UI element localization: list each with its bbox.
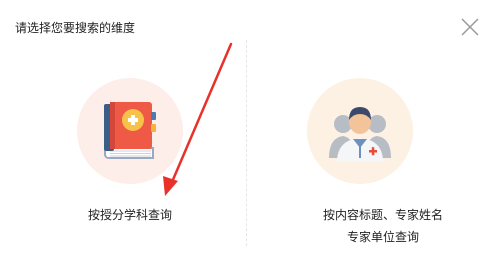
- dialog-title: 请选择您要搜索的维度: [15, 21, 136, 35]
- search-dimension-dialog: 请选择您要搜索的维度 按授分学科查询 按内容标题、专家姓名 专家单位查询: [0, 0, 493, 266]
- subject-search-option[interactable]: 按授分学科查询: [40, 70, 210, 260]
- book-with-plus-icon: [104, 102, 156, 159]
- close-icon: [461, 18, 479, 36]
- option-divider: [246, 40, 247, 246]
- doctor-expert-icon: [329, 107, 391, 162]
- expert-search-label-line1: 按内容标题、专家姓名: [322, 208, 443, 222]
- expert-search-option[interactable]: 按内容标题、专家姓名 专家单位查询: [268, 70, 468, 260]
- subject-icon-circle: [77, 78, 183, 184]
- expert-search-label-line2: 专家单位查询: [346, 230, 419, 244]
- expert-icon-circle: [307, 78, 413, 184]
- subject-search-label: 按授分学科查询: [87, 208, 172, 222]
- close-button[interactable]: [459, 16, 481, 38]
